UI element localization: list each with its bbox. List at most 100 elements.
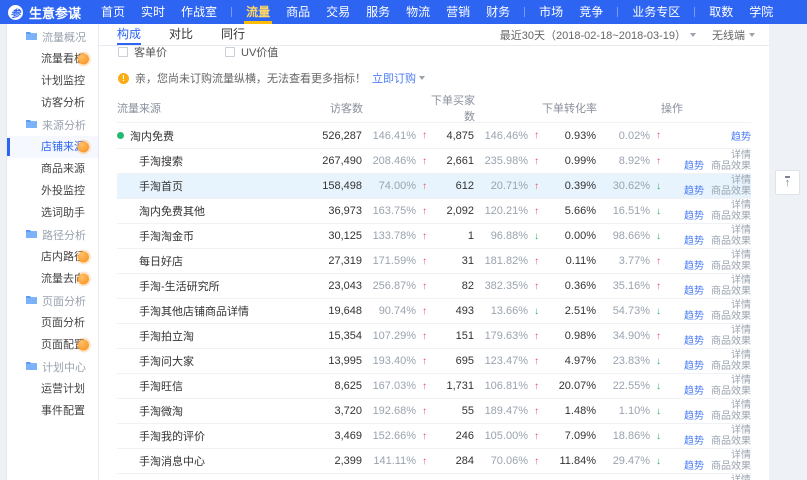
sidebar-item[interactable]: 计划监控 (7, 70, 98, 92)
detail-link[interactable]: 详情 (731, 175, 751, 186)
trend-link[interactable]: 趋势 (684, 286, 704, 297)
brand[interactable]: 参 生意参谋 (8, 3, 81, 22)
detail-link[interactable]: 详情 (731, 450, 751, 461)
item-effect-link[interactable]: 商品效果 (711, 161, 751, 172)
nav-item[interactable]: 营销 (438, 0, 478, 24)
item-effect-link[interactable]: 商品效果 (711, 386, 751, 397)
tab-active[interactable]: 构成 (117, 24, 141, 45)
trend-link[interactable]: 趋势 (731, 128, 751, 143)
detail-link[interactable]: 详情 (731, 375, 751, 386)
sidebar-group-header[interactable]: 计划中心 (7, 356, 98, 378)
sidebar-item[interactable]: 页面分析 (7, 312, 98, 334)
nav-item[interactable]: 服务 (358, 0, 398, 24)
sidebar-item[interactable]: 流量去向 (7, 268, 98, 290)
sidebar-item[interactable]: 流量看板 (7, 48, 98, 70)
trend-link[interactable]: 趋势 (684, 461, 704, 472)
sidebar-item-label: 商品来源 (41, 163, 85, 175)
back-to-top-button[interactable]: ↑ (775, 170, 800, 195)
trend-link[interactable]: 趋势 (684, 236, 704, 247)
item-effect-link[interactable]: 商品效果 (711, 336, 751, 347)
tab-item[interactable]: 同行 (221, 24, 245, 45)
sidebar-item[interactable]: 选词助手 (7, 202, 98, 224)
metric-value: 0.98% (565, 330, 596, 342)
notice-text: 亲，您尚未订购流量纵横，无法查看更多指标！ (135, 70, 366, 86)
up-arrow-icon: ↑ (528, 206, 539, 217)
detail-link[interactable]: 详情 (731, 275, 751, 286)
subscribe-link[interactable]: 立即订购 (372, 70, 425, 86)
sidebar-group-header[interactable]: 来源分析 (7, 114, 98, 136)
sidebar-item[interactable]: 页面配置 (7, 334, 98, 356)
operations-line: 详情 (731, 425, 751, 436)
trend-link[interactable]: 趋势 (684, 311, 704, 322)
item-effect-link[interactable]: 商品效果 (711, 436, 751, 447)
item-effect-link[interactable]: 商品效果 (711, 311, 751, 322)
item-effect-link[interactable]: 商品效果 (711, 261, 751, 272)
detail-link[interactable]: 详情 (731, 475, 751, 480)
terminal-selector[interactable]: 无线端 (712, 27, 755, 43)
sidebar-item[interactable]: 店内路径 (7, 246, 98, 268)
metric-checkbox[interactable]: 客单价 (118, 46, 167, 60)
trend-link[interactable]: 趋势 (684, 211, 704, 222)
item-effect-link[interactable]: 商品效果 (711, 236, 751, 247)
trend-link[interactable]: 趋势 (684, 436, 704, 447)
nav-item[interactable]: 财务 (478, 0, 518, 24)
sidebar-group-header[interactable]: 流量概况 (7, 26, 98, 48)
trend-link[interactable]: 趋势 (684, 161, 704, 172)
nav-item[interactable]: 物流 (398, 0, 438, 24)
tab-bar: 构成 对比 同行 最近30天（2018-02-18~2018-03-19） 无线端 (99, 24, 769, 46)
trend-link[interactable]: 趋势 (684, 336, 704, 347)
sidebar-item[interactable]: 商品来源 (7, 158, 98, 180)
detail-link[interactable]: 详情 (731, 400, 751, 411)
sidebar-item[interactable]: 访客分析 (7, 92, 98, 114)
item-effect-link[interactable]: 商品效果 (711, 186, 751, 197)
trend-link[interactable]: 趋势 (684, 361, 704, 372)
tab-item[interactable]: 对比 (169, 24, 193, 45)
nav-item[interactable]: 实时 (133, 0, 173, 24)
nav-item[interactable]: 商品 (278, 0, 318, 24)
detail-link[interactable]: 详情 (731, 200, 751, 211)
down-arrow-icon: ↓ (650, 181, 661, 192)
detail-link[interactable]: 详情 (731, 150, 751, 161)
trend-link[interactable]: 趋势 (684, 411, 704, 422)
sidebar-item[interactable]: 店铺来源 (7, 136, 98, 158)
up-arrow-icon: ↑ (416, 431, 427, 442)
sidebar-group-header[interactable]: 路径分析 (7, 224, 98, 246)
item-effect-link[interactable]: 商品效果 (711, 211, 751, 222)
detail-link[interactable]: 详情 (731, 300, 751, 311)
operations-cell: 详情趋势商品效果 (661, 200, 751, 222)
table-row: 手淘旺信8,625167.03%↑1,731106.81%↑20.07%22.5… (117, 373, 751, 398)
nav-item[interactable]: 竞争 (571, 0, 611, 24)
nav-item[interactable]: 市场 (531, 0, 571, 24)
item-effect-link[interactable]: 商品效果 (711, 461, 751, 472)
nav-item[interactable]: 首页 (93, 0, 133, 24)
detail-link[interactable]: 详情 (731, 325, 751, 336)
nav-item[interactable]: 取数 (701, 0, 741, 24)
detail-link[interactable]: 详情 (731, 350, 751, 361)
trend-link[interactable]: 趋势 (684, 386, 704, 397)
nav-item[interactable]: 流量 (238, 0, 278, 24)
source-name-cell[interactable]: 淘内免费 (117, 128, 295, 144)
metric-cell: 8,625167.03%↑ (295, 380, 427, 392)
sidebar-item[interactable]: 外投监控 (7, 180, 98, 202)
detail-link[interactable]: 详情 (731, 425, 751, 436)
detail-link[interactable]: 详情 (731, 225, 751, 236)
up-arrow-icon: ↑ (528, 331, 539, 342)
trend-link[interactable]: 趋势 (684, 261, 704, 272)
metric-checkbox[interactable]: UV价值 (225, 46, 278, 60)
date-range-selector[interactable]: 最近30天（2018-02-18~2018-03-19） (500, 27, 696, 43)
detail-link[interactable]: 详情 (731, 250, 751, 261)
nav-item[interactable]: 学院 (741, 0, 781, 24)
metric-cell: 0.98%34.90%↑ (539, 330, 661, 342)
nav-item[interactable]: 作战室 (173, 0, 225, 24)
sidebar-item[interactable]: 运营计划 (7, 378, 98, 400)
nav-item[interactable]: 交易 (318, 0, 358, 24)
table-row: 手淘搜索267,490208.46%↑2,661235.98%↑0.99%8.9… (117, 148, 751, 173)
nav-item[interactable]: 业务专区 (624, 0, 688, 24)
sidebar-group-header[interactable]: 页面分析 (7, 290, 98, 312)
item-effect-link[interactable]: 商品效果 (711, 361, 751, 372)
metric-cell: 5.66%16.51%↓ (539, 205, 661, 217)
sidebar-item[interactable]: 事件配置 (7, 400, 98, 422)
item-effect-link[interactable]: 商品效果 (711, 411, 751, 422)
trend-link[interactable]: 趋势 (684, 186, 704, 197)
item-effect-link[interactable]: 商品效果 (711, 286, 751, 297)
